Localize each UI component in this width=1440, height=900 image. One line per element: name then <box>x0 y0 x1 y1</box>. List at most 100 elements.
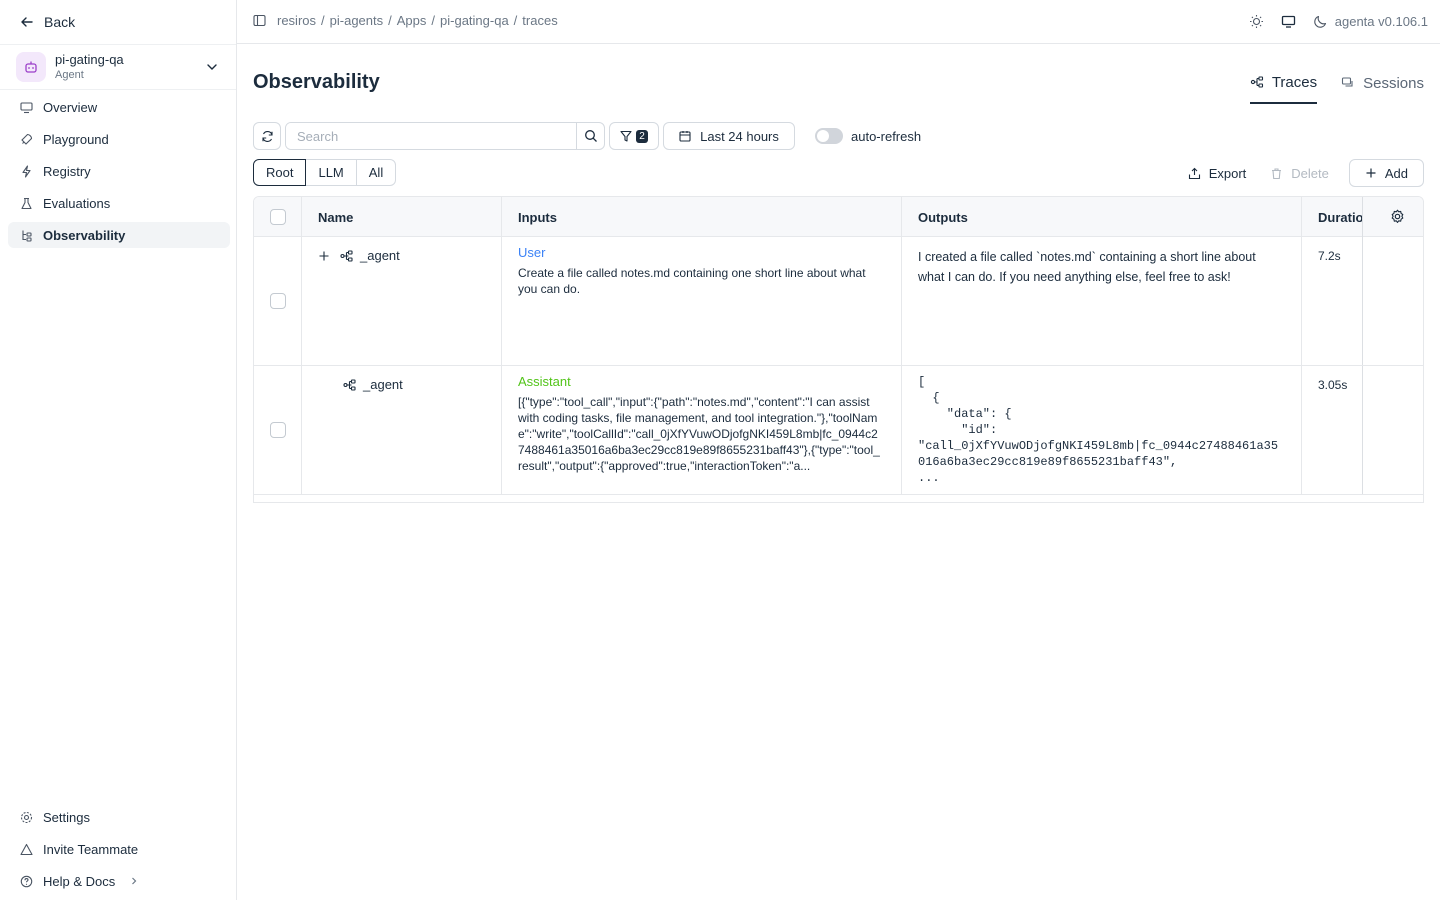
tree-icon <box>20 229 33 242</box>
sidebar-item-label: Registry <box>43 163 91 179</box>
table-row[interactable]: _agent Assistant [{"type":"tool_call","i… <box>254 366 1423 495</box>
monitor-theme-icon[interactable] <box>1281 14 1296 29</box>
search-box <box>285 122 605 150</box>
monitor-icon <box>20 101 33 114</box>
app-name: pi-gating-qa <box>55 52 124 67</box>
agent-tree-icon <box>340 249 354 263</box>
segment-llm[interactable]: LLM <box>305 159 357 186</box>
calendar-icon <box>679 130 691 142</box>
sidebar-item-label: Help & Docs <box>43 873 116 889</box>
breadcrumb-apps[interactable]: Apps <box>397 13 427 28</box>
filter-button[interactable]: 2 <box>609 122 659 150</box>
search-icon <box>584 129 598 143</box>
sidebar: Back pi-gating-qa Agent Overview Playgro… <box>0 0 237 900</box>
sidebar-item-settings[interactable]: Settings <box>8 804 230 830</box>
trace-name: _agent <box>363 377 403 392</box>
column-settings-icon[interactable] <box>1390 209 1405 224</box>
page-title: Observability <box>253 71 380 93</box>
role-label-user: User <box>518 245 546 260</box>
table-row[interactable]: _agent User Create a file called notes.m… <box>254 237 1423 366</box>
arrow-left-icon <box>20 15 34 29</box>
back-button[interactable]: Back <box>20 12 75 32</box>
delete-button[interactable]: Delete <box>1258 159 1341 187</box>
date-range-button[interactable]: Last 24 hours <box>663 122 795 150</box>
sidebar-item-evaluations[interactable]: Evaluations <box>8 190 230 216</box>
chevron-down-icon[interactable] <box>206 61 218 73</box>
breadcrumb-separator: / <box>321 13 325 28</box>
flask-icon <box>20 197 33 210</box>
top-bar: resiros / pi-agents / Apps / pi-gating-q… <box>237 0 1440 44</box>
delete-label: Delete <box>1291 165 1329 181</box>
duration-value: 7.2s <box>1318 249 1341 263</box>
view-tabs: Traces Sessions <box>1249 62 1424 106</box>
sidebar-item-overview[interactable]: Overview <box>8 94 230 120</box>
app-switcher[interactable]: pi-gating-qa Agent <box>0 44 236 90</box>
sidebar-item-registry[interactable]: Registry <box>8 158 230 184</box>
sidebar-item-observability[interactable]: Observability <box>8 222 230 248</box>
sidebar-item-invite-teammate[interactable]: Invite Teammate <box>8 836 230 862</box>
column-header-outputs[interactable]: Outputs <box>902 197 968 237</box>
chat-icon <box>1341 76 1355 90</box>
back-label: Back <box>44 14 76 30</box>
plus-icon <box>1365 167 1377 179</box>
moon-icon[interactable] <box>1313 14 1328 29</box>
span-type-selector: Root LLM All <box>253 159 397 186</box>
sidebar-item-label: Settings <box>43 809 90 825</box>
app-type: Agent <box>55 69 84 81</box>
auto-refresh-label: auto-refresh <box>851 128 922 144</box>
inputs-cell: Assistant [{"type":"tool_call","input":{… <box>518 374 880 488</box>
column-header-inputs[interactable]: Inputs <box>502 197 557 237</box>
rocket-icon <box>20 133 33 146</box>
sidebar-item-label: Overview <box>43 99 98 115</box>
breadcrumb-app[interactable]: pi-gating-qa <box>440 13 509 28</box>
add-button[interactable]: Add <box>1348 159 1424 187</box>
tab-sessions[interactable]: Sessions <box>1341 62 1424 104</box>
trace-name-cell: _agent <box>343 377 403 393</box>
row-checkbox[interactable] <box>270 293 286 309</box>
sidebar-item-label: Observability <box>43 227 126 243</box>
output-text: I created a file called `notes.md` conta… <box>918 250 1256 284</box>
row-checkbox[interactable] <box>270 422 286 438</box>
theme-switcher <box>1249 14 1328 29</box>
question-icon <box>20 875 33 888</box>
segment-root[interactable]: Root <box>253 159 307 186</box>
breadcrumb-workspace[interactable]: resiros <box>277 13 316 28</box>
breadcrumb-project[interactable]: pi-agents <box>330 13 383 28</box>
select-all-checkbox[interactable] <box>270 209 286 225</box>
trace-name-cell: _agent <box>318 248 400 264</box>
sidebar-item-playground[interactable]: Playground <box>8 126 230 152</box>
input-text: Create a file called notes.md containing… <box>518 266 866 296</box>
column-header-name[interactable]: Name <box>302 197 353 237</box>
segment-all[interactable]: All <box>355 159 397 186</box>
sidebar-item-help-docs[interactable]: Help & Docs <box>8 868 230 894</box>
breadcrumb-separator: / <box>513 13 518 28</box>
column-header-duration[interactable]: Duration <box>1302 197 1362 237</box>
trash-icon <box>1270 167 1283 180</box>
refresh-button[interactable] <box>253 122 281 150</box>
chevron-right-icon <box>129 876 139 886</box>
tree-icon <box>1250 75 1264 89</box>
role-label-assistant: Assistant <box>518 374 571 389</box>
trace-name: _agent <box>360 248 400 263</box>
filter-icon <box>620 130 632 142</box>
filter-count-badge: 2 <box>636 129 648 143</box>
search-input[interactable] <box>286 123 576 149</box>
tab-label: Sessions <box>1363 74 1424 92</box>
sidebar-toggle-icon[interactable] <box>253 14 266 27</box>
agent-tree-icon <box>343 378 357 392</box>
tab-traces[interactable]: Traces <box>1249 62 1318 104</box>
export-icon <box>1188 167 1201 180</box>
inputs-cell: User Create a file called notes.md conta… <box>518 245 878 297</box>
search-button[interactable] <box>576 123 604 149</box>
gear-icon <box>20 811 33 824</box>
triangle-icon <box>20 843 33 856</box>
expand-plus-icon[interactable] <box>318 250 330 262</box>
auto-refresh-toggle[interactable] <box>815 128 843 144</box>
table-header: Name Inputs Outputs Duration <box>254 197 1423 237</box>
export-button[interactable]: Export <box>1176 159 1259 187</box>
breadcrumb-current: traces <box>522 13 558 28</box>
export-label: Export <box>1208 165 1247 181</box>
sun-icon[interactable] <box>1249 14 1264 29</box>
sidebar-bottom-nav: Settings Invite Teammate Help & Docs <box>8 804 230 900</box>
lightning-icon <box>20 164 33 178</box>
